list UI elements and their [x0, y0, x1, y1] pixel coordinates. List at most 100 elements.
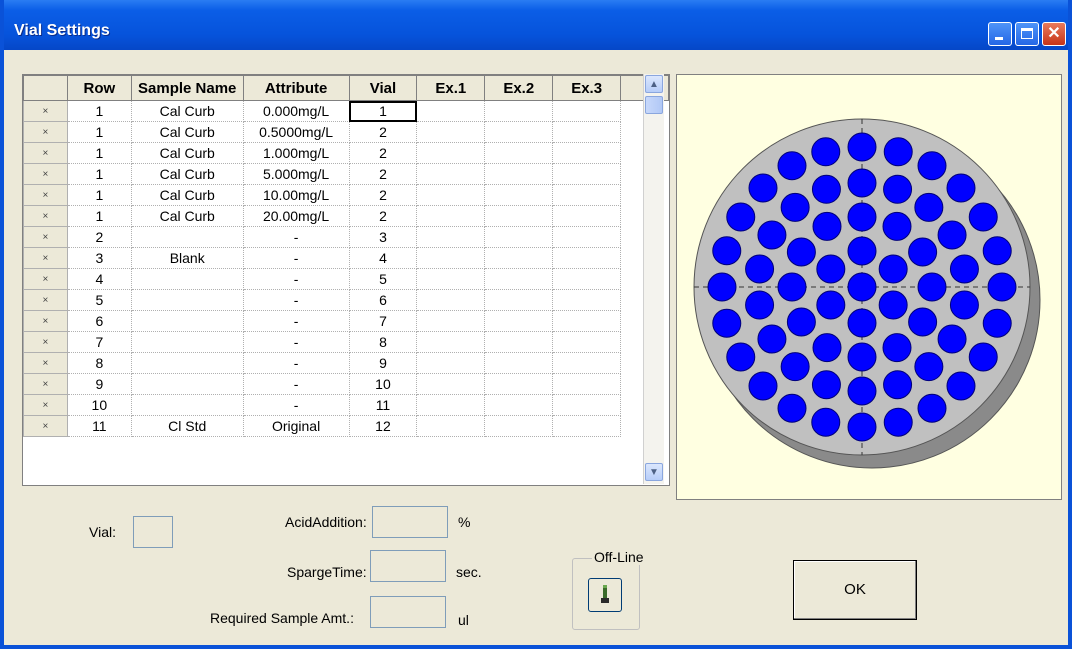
grid-corner-cell[interactable] [23, 75, 68, 101]
vial-position-52[interactable] [777, 393, 807, 423]
attribute-cell[interactable]: - [242, 394, 350, 416]
vial-position-50[interactable] [847, 412, 877, 442]
ex2-cell[interactable] [484, 331, 554, 353]
ex1-cell[interactable] [416, 163, 486, 185]
attribute-cell[interactable]: - [242, 226, 350, 248]
column-header-ex2[interactable]: Ex.2 [484, 75, 554, 101]
required-sample-field[interactable] [370, 596, 446, 628]
ex2-cell[interactable] [484, 226, 554, 248]
sample-grid[interactable]: Row Sample Name Attribute Vial Ex.1 Ex.2… [22, 74, 670, 486]
ex2-cell[interactable] [484, 310, 554, 332]
ex1-cell[interactable] [416, 100, 486, 122]
vial-cell[interactable]: 7 [348, 310, 418, 332]
vial-position-4[interactable] [878, 290, 908, 320]
vial-position-27[interactable] [914, 352, 944, 382]
ex3-cell[interactable] [552, 142, 622, 164]
ok-button[interactable]: OK [793, 560, 917, 620]
vial-position-43[interactable] [982, 236, 1012, 266]
ex3-cell[interactable] [552, 289, 622, 311]
row-number-cell[interactable]: 4 [66, 268, 132, 290]
sample-name-cell[interactable] [130, 310, 244, 332]
table-row[interactable]: × 8 -9 [23, 352, 669, 374]
row-header-marker[interactable]: × [23, 331, 68, 353]
attribute-cell[interactable]: 0.5000mg/L [242, 121, 350, 143]
vial-position-56[interactable] [707, 272, 737, 302]
vial-position-2[interactable] [847, 236, 877, 266]
vial-position-42[interactable] [968, 202, 998, 232]
vial-position-61[interactable] [811, 137, 841, 167]
vial-position-12[interactable] [908, 307, 938, 337]
acid-addition-field[interactable] [372, 506, 448, 538]
ex2-cell[interactable] [484, 247, 554, 269]
table-row[interactable]: × 6 -7 [23, 310, 669, 332]
vial-position-17[interactable] [777, 272, 807, 302]
vial-position-29[interactable] [847, 376, 877, 406]
vial-position-37[interactable] [811, 174, 841, 204]
vial-position-31[interactable] [780, 352, 810, 382]
attribute-cell[interactable]: Original [242, 415, 350, 437]
vial-position-8[interactable] [847, 202, 877, 232]
ex2-cell[interactable] [484, 394, 554, 416]
vial-cell[interactable]: 9 [348, 352, 418, 374]
ex3-cell[interactable] [552, 205, 622, 227]
vial-position-22[interactable] [914, 192, 944, 222]
ex2-cell[interactable] [484, 205, 554, 227]
vial-position-16[interactable] [786, 307, 816, 337]
row-header-marker[interactable]: × [23, 289, 68, 311]
ex1-cell[interactable] [416, 331, 486, 353]
vial-position-18[interactable] [786, 237, 816, 267]
vial-position-34[interactable] [745, 254, 775, 284]
vial-position-24[interactable] [949, 254, 979, 284]
vial-position-51[interactable] [811, 407, 841, 437]
row-header-marker[interactable]: × [23, 121, 68, 143]
ex1-cell[interactable] [416, 415, 486, 437]
scrollbar-thumb[interactable] [645, 96, 663, 114]
row-header-marker[interactable]: × [23, 184, 68, 206]
table-row[interactable]: × 5 -6 [23, 289, 669, 311]
attribute-cell[interactable]: - [242, 352, 350, 374]
ex1-cell[interactable] [416, 226, 486, 248]
vial-position-13[interactable] [882, 333, 912, 363]
table-row[interactable]: × 1 Cal Curb 0.000mg/L 1 [23, 100, 669, 122]
vial-position-47[interactable] [946, 371, 976, 401]
vial-position-7[interactable] [816, 254, 846, 284]
ex3-cell[interactable] [552, 100, 622, 122]
vial-position-35[interactable] [757, 220, 787, 250]
row-number-cell[interactable]: 8 [66, 352, 132, 374]
vial-cell[interactable]: 2 [348, 184, 418, 206]
vial-cell[interactable]: 6 [348, 289, 418, 311]
row-header-marker[interactable]: × [23, 247, 68, 269]
row-header-marker[interactable]: × [23, 226, 68, 248]
sample-name-cell[interactable] [130, 352, 244, 374]
row-header-marker[interactable]: × [23, 142, 68, 164]
column-header-vial[interactable]: Vial [348, 75, 418, 101]
minimize-button[interactable] [988, 22, 1012, 46]
row-number-cell[interactable]: 1 [66, 121, 132, 143]
vial-position-40[interactable] [917, 151, 947, 181]
vial-cell[interactable]: 2 [348, 205, 418, 227]
vial-position-9[interactable] [882, 211, 912, 241]
table-row[interactable]: × 1 Cal Curb 10.00mg/L 2 [23, 184, 669, 206]
vial-position-15[interactable] [812, 333, 842, 363]
ex2-cell[interactable] [484, 163, 554, 185]
row-number-cell[interactable]: 9 [66, 373, 132, 395]
row-header-marker[interactable]: × [23, 373, 68, 395]
ex3-cell[interactable] [552, 310, 622, 332]
row-header-marker[interactable]: × [23, 394, 68, 416]
row-header-marker[interactable]: × [23, 415, 68, 437]
ex3-cell[interactable] [552, 184, 622, 206]
column-header-row[interactable]: Row [66, 75, 132, 101]
vial-position-6[interactable] [816, 290, 846, 320]
sample-name-cell[interactable] [130, 331, 244, 353]
column-header-sample-name[interactable]: Sample Name [130, 75, 244, 101]
vial-position-38[interactable] [847, 132, 877, 162]
ex3-cell[interactable] [552, 331, 622, 353]
ex3-cell[interactable] [552, 352, 622, 374]
vial-position-11[interactable] [917, 272, 947, 302]
vial-cell[interactable]: 4 [348, 247, 418, 269]
ex2-cell[interactable] [484, 289, 554, 311]
table-row[interactable]: × 1 Cal Curb 20.00mg/L 2 [23, 205, 669, 227]
scroll-up-arrow-icon[interactable]: ▲ [645, 75, 663, 93]
vial-position-48[interactable] [917, 393, 947, 423]
ex1-cell[interactable] [416, 184, 486, 206]
